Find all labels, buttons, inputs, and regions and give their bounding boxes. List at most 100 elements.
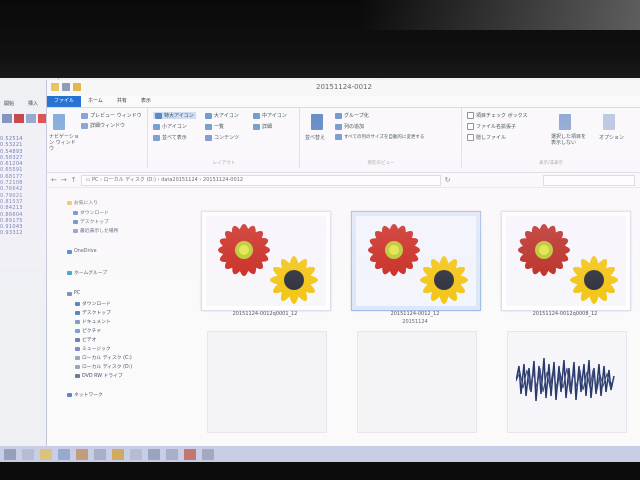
breadcrumb-data-folder[interactable]: data20151124	[161, 177, 198, 183]
nav-downloads[interactable]: ダウンロード	[73, 209, 109, 216]
layout-medium[interactable]: 中アイコン	[253, 112, 287, 119]
bg-tool-icon[interactable]	[26, 114, 36, 123]
refresh-icon[interactable]: ↻	[445, 176, 451, 184]
nav-pc-item[interactable]: ピクチャ	[75, 327, 101, 334]
nav-desktop[interactable]: デスクトップ	[73, 218, 109, 225]
bg-record-icon[interactable]	[14, 114, 24, 123]
nav-homegroup[interactable]: ホームグループ	[67, 269, 107, 276]
breadcrumb-pc[interactable]: PC	[92, 177, 99, 183]
tab-file[interactable]: ファイル	[47, 96, 82, 107]
nav-pane-button[interactable]: ナビゲーション ウィンドウ	[49, 134, 79, 152]
file-extensions-toggle[interactable]: ファイル名拡張子	[467, 123, 516, 130]
taskbar-app-icon[interactable]	[94, 448, 106, 460]
file-thumbnail-blank[interactable]	[207, 331, 327, 433]
nav-pc-item[interactable]: ビデオ	[75, 336, 96, 343]
group-by-button[interactable]: グループ化	[335, 112, 369, 119]
breadcrumb-current[interactable]: 20151124-0012	[203, 177, 243, 183]
tab-view[interactable]: 表示	[134, 96, 158, 107]
waveform-image	[516, 357, 615, 402]
nav-onedrive[interactable]: OneDrive	[67, 249, 97, 254]
checkbox-icon	[467, 112, 474, 119]
nav-pc-item[interactable]: ドキュメント	[75, 318, 111, 325]
tab-home[interactable]: ホーム	[81, 96, 110, 107]
back-icon[interactable]: ←	[51, 176, 57, 184]
nav-pc[interactable]: PC	[67, 291, 80, 296]
hide-selected-button[interactable]: 選択した項目を表示しない	[551, 134, 587, 146]
search-input[interactable]	[543, 174, 635, 186]
download-icon	[75, 301, 80, 306]
add-columns-button[interactable]: 列の追加	[335, 123, 364, 130]
hide-selected-icon[interactable]	[559, 114, 571, 130]
group-by-icon	[335, 112, 342, 119]
file-thumbnail[interactable]	[201, 211, 331, 311]
fit-columns-icon	[335, 134, 342, 140]
medium-icons-icon	[253, 112, 260, 119]
start-icon[interactable]	[4, 448, 16, 460]
hidden-items-toggle[interactable]: 隠しファイル	[467, 134, 506, 141]
item-checkboxes-toggle[interactable]: 項目チェック ボックス	[467, 112, 527, 119]
dvd-icon	[75, 373, 80, 378]
file-thumbnail-selected[interactable]	[351, 211, 481, 311]
preview-pane-button[interactable]: プレビュー ウィンドウ	[81, 112, 142, 119]
nav-recent[interactable]: 最近表示した場所	[73, 227, 118, 234]
tab-share[interactable]: 共有	[110, 96, 134, 107]
file-name[interactable]: 20151124-0012q0008_12	[495, 311, 635, 317]
file-view: 20151124-0012q0001_12 20151124-0012_12 2…	[197, 211, 640, 462]
forward-icon[interactable]: →	[61, 176, 67, 184]
nav-pc-item[interactable]: ミュージック	[75, 345, 111, 352]
layout-large[interactable]: 大アイコン	[205, 112, 239, 119]
layout-details[interactable]: 詳細	[253, 123, 272, 130]
nav-pane-icon[interactable]	[53, 114, 65, 130]
layout-tiles[interactable]: 並べて表示	[153, 134, 187, 141]
taskbar-app-icon[interactable]	[58, 448, 70, 460]
taskbar-app-icon[interactable]	[76, 448, 88, 460]
navigation-pane: お気に入り ダウンロード デスクトップ 最近表示した場所 OneDrive ホー…	[47, 187, 137, 462]
nav-pc-item[interactable]: デスクトップ	[75, 309, 111, 316]
nav-pc-item[interactable]: DVD RW ドライブ	[75, 372, 123, 379]
ribbon-view: ナビゲーション ウィンドウ プレビュー ウィンドウ 詳細ウィンドウ 特大アイコン…	[47, 108, 640, 173]
options-icon[interactable]	[603, 114, 615, 130]
screen: 開始 挿入 0.52514 0.53221 0.54893 0.58327 0.…	[0, 78, 640, 462]
explorer-icon[interactable]	[40, 448, 52, 460]
layout-content[interactable]: コンテンツ	[205, 134, 239, 141]
bg-tool-icon[interactable]	[2, 114, 12, 123]
show-hide-group: 項目チェック ボックス ファイル名拡張子 隠しファイル 選択した項目を表示しない…	[463, 108, 639, 168]
ribbon-tabs: ファイル ホーム 共有 表示	[47, 96, 640, 108]
details-icon	[253, 123, 260, 130]
nav-network[interactable]: ネットワーク	[67, 391, 103, 398]
up-icon[interactable]: ↑	[71, 176, 77, 184]
breadcrumb[interactable]: ▭ PC › ローカル ディスク (D:) › data20151124 › 2…	[80, 174, 441, 186]
taskbar-app-icon[interactable]	[166, 448, 178, 460]
title-bar[interactable]: 20151124-0012	[47, 80, 640, 96]
bg-tab-start[interactable]: 開始	[4, 100, 14, 107]
file-name[interactable]: 20151124-0012_12	[345, 311, 485, 317]
file-thumbnail-waveform[interactable]	[507, 331, 627, 433]
layout-small[interactable]: 小アイコン	[153, 123, 187, 130]
ie-icon[interactable]	[22, 448, 34, 460]
nav-favorites[interactable]: お気に入り	[67, 199, 98, 206]
taskbar-app-icon[interactable]	[202, 448, 214, 460]
list-icon	[205, 123, 212, 130]
taskbar-app-icon[interactable]	[148, 448, 160, 460]
layout-list[interactable]: 一覧	[205, 123, 224, 130]
options-button[interactable]: オプション	[599, 134, 624, 141]
sort-icon[interactable]	[311, 114, 323, 130]
drive-icon	[75, 355, 80, 360]
nav-pc-item[interactable]: ローカル ディスク (D:)	[75, 363, 132, 370]
file-thumbnail[interactable]	[501, 211, 631, 311]
layout-extra-large[interactable]: 特大アイコン	[153, 112, 196, 119]
nav-pc-item[interactable]: ダウンロード	[75, 300, 111, 307]
details-pane-button[interactable]: 詳細ウィンドウ	[81, 122, 125, 129]
breadcrumb-drive[interactable]: ローカル ディスク (D:)	[104, 177, 156, 183]
taskbar-app-icon[interactable]	[112, 448, 124, 460]
taskbar-app-icon[interactable]	[130, 448, 142, 460]
taskbar-app-icon[interactable]	[184, 448, 196, 460]
bg-tab-insert[interactable]: 挿入	[28, 100, 38, 107]
sort-by-button[interactable]: 並べ替え	[305, 134, 325, 141]
file-name[interactable]: 20151124-0012q0001_12	[195, 311, 335, 317]
fit-columns-button[interactable]: すべての列のサイズを自動的に変更する	[335, 134, 424, 140]
flower-image	[506, 216, 626, 306]
file-thumbnail-blank[interactable]	[357, 331, 477, 433]
window-title: 20151124-0012	[316, 83, 372, 91]
nav-pc-item[interactable]: ローカル ディスク (C:)	[75, 354, 132, 361]
